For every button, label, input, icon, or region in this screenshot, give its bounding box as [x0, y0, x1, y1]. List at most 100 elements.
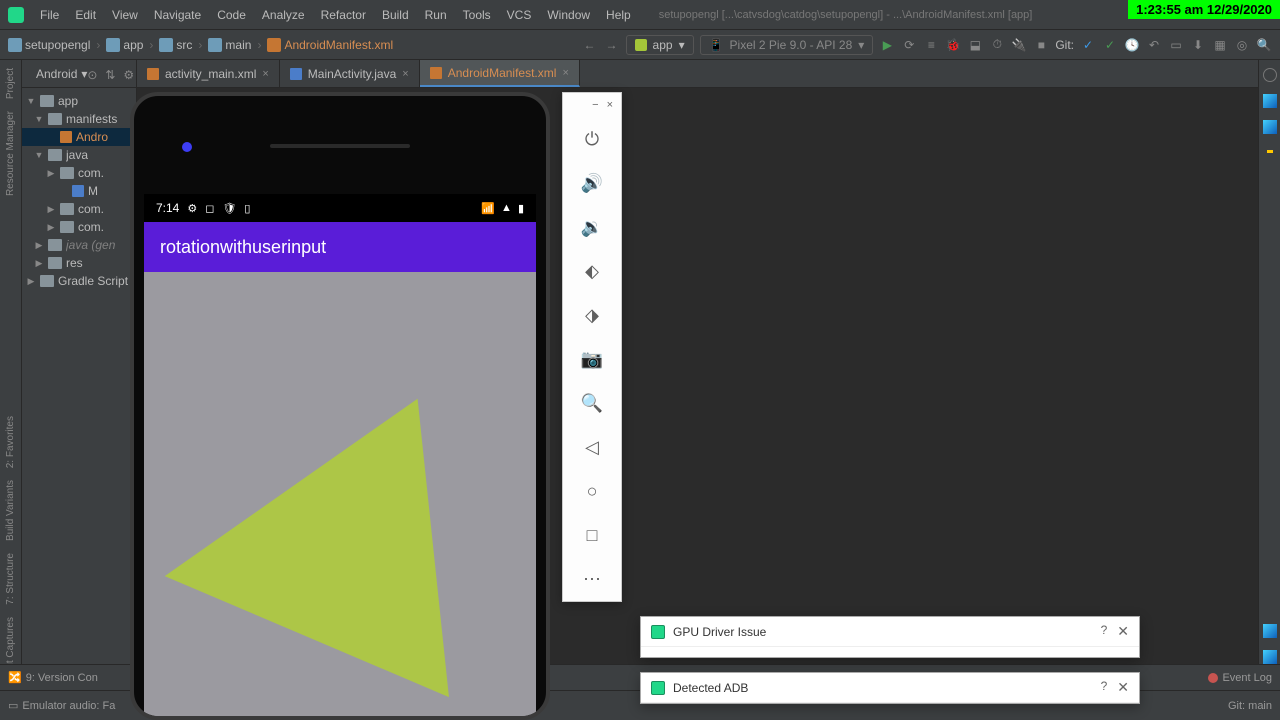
layout-inspector-icon[interactable]: ◎ [1234, 37, 1250, 53]
version-control-tab[interactable]: 🔀9: Version Con [8, 671, 98, 684]
close-icon[interactable]: × [262, 68, 268, 80]
rotate-right-button[interactable]: ⬗ [563, 293, 621, 337]
vcs-update-icon[interactable]: ✓ [1080, 37, 1096, 53]
close-icon[interactable]: × [562, 67, 568, 79]
tree-node[interactable]: ▼app [22, 92, 136, 110]
run-configuration-selector[interactable]: app ▾ [626, 35, 694, 55]
sdk-manager-icon[interactable]: ⬇ [1190, 37, 1206, 53]
eye-icon[interactable] [1263, 68, 1277, 82]
menu-build[interactable]: Build [374, 4, 417, 26]
tree-node[interactable]: ▶com. [22, 164, 136, 182]
breadcrumb-item[interactable]: src [159, 38, 192, 52]
coverage-icon[interactable]: ⬓ [967, 37, 983, 53]
home-button[interactable]: ○ [563, 469, 621, 513]
zoom-button[interactable]: 🔍 [563, 381, 621, 425]
flutter-inspector-icon[interactable] [1263, 624, 1277, 638]
opengl-surface[interactable] [144, 272, 536, 716]
breadcrumb-item[interactable]: main [208, 38, 251, 52]
tree-arrow-icon[interactable]: ▶ [46, 168, 56, 179]
screenshot-button[interactable]: 📷 [563, 337, 621, 381]
menu-tools[interactable]: Tools [455, 4, 499, 26]
tree-node[interactable]: Andro [22, 128, 136, 146]
debug-button[interactable]: 🐞 [945, 37, 961, 53]
favorites-tab[interactable]: 2: Favorites [5, 416, 16, 468]
editor-tab[interactable]: AndroidManifest.xml× [420, 60, 580, 87]
revert-icon[interactable]: ↶ [1146, 37, 1162, 53]
help-icon[interactable]: ? [1101, 623, 1108, 640]
volume-down-button[interactable]: 🔉 [563, 205, 621, 249]
tree-arrow-icon[interactable]: ▼ [26, 96, 36, 106]
menu-vcs[interactable]: VCS [499, 4, 540, 26]
flutter-performance-icon[interactable] [1263, 650, 1277, 664]
menu-run[interactable]: Run [417, 4, 455, 26]
minimize-icon[interactable]: − [592, 99, 598, 111]
event-log-tab[interactable]: Event Log [1208, 672, 1272, 684]
gradle-tab-icon[interactable] [1263, 94, 1277, 108]
gear-icon[interactable]: ⚙ [123, 68, 135, 80]
project-tab[interactable]: Project [5, 68, 16, 99]
editor-tab[interactable]: MainActivity.java× [280, 60, 420, 87]
avd-manager-icon[interactable]: ▭ [1168, 37, 1184, 53]
vcs-commit-icon[interactable]: ✓ [1102, 37, 1118, 53]
menu-help[interactable]: Help [598, 4, 639, 26]
tree-arrow-icon[interactable]: ▶ [46, 204, 56, 215]
nav-forward-icon[interactable]: → [604, 37, 620, 53]
target-icon[interactable]: ⊙ [87, 68, 99, 80]
build-variants-tab[interactable]: Build Variants [5, 480, 16, 541]
search-icon[interactable]: 🔍 [1256, 37, 1272, 53]
align-icon[interactable]: ≡ [923, 37, 939, 53]
menu-edit[interactable]: Edit [67, 4, 104, 26]
tree-node[interactable]: ▼java [22, 146, 136, 164]
close-icon[interactable]: ✕ [1117, 623, 1129, 640]
editor-tab[interactable]: activity_main.xml× [137, 60, 280, 87]
back-button[interactable]: ◁ [563, 425, 621, 469]
tree-arrow-icon[interactable]: ▼ [34, 114, 44, 124]
tree-node[interactable]: ▶java (gen [22, 236, 136, 254]
power-button[interactable]: ⏻ [563, 117, 621, 161]
breadcrumb-item[interactable]: setupopengl [8, 38, 90, 52]
tree-node[interactable]: ▶com. [22, 218, 136, 236]
volume-up-button[interactable]: 🔊 [563, 161, 621, 205]
tree-node[interactable]: ▶com. [22, 200, 136, 218]
flutter-outline-icon[interactable] [1263, 120, 1277, 134]
tree-node[interactable]: ▶Gradle Script [22, 272, 136, 290]
menu-view[interactable]: View [104, 4, 146, 26]
project-panel-header[interactable]: Android ▾ ⊙ ⇅ ⚙ − [22, 60, 136, 88]
menu-analyze[interactable]: Analyze [254, 4, 313, 26]
rotate-left-button[interactable]: ⬖ [563, 249, 621, 293]
breadcrumb-item[interactable]: app [106, 38, 143, 52]
close-icon[interactable]: × [402, 68, 408, 80]
tree-node[interactable]: ▶res [22, 254, 136, 272]
menu-code[interactable]: Code [209, 4, 254, 26]
vcs-history-icon[interactable]: 🕓 [1124, 37, 1140, 53]
close-icon[interactable]: ✕ [1117, 679, 1129, 696]
profiler-icon[interactable]: ⏱ [989, 37, 1005, 53]
overview-button[interactable]: □ [563, 513, 621, 557]
device-selector[interactable]: 📱 Pixel 2 Pie 9.0 - API 28 ▾ [700, 35, 874, 55]
phone-screen[interactable]: 7:14 ⚙ ◻ 🛡 ▯ 📶 ▲ ▮ rotationwithuserinput [144, 194, 536, 716]
menu-navigate[interactable]: Navigate [146, 4, 209, 26]
tree-arrow-icon[interactable]: ▶ [34, 258, 44, 269]
tree-arrow-icon[interactable]: ▼ [34, 150, 44, 160]
tree-node[interactable]: M [22, 182, 136, 200]
nav-back-icon[interactable]: ← [582, 37, 598, 53]
more-button[interactable]: ⋯ [563, 557, 621, 601]
close-icon[interactable]: × [607, 99, 613, 111]
git-branch-indicator[interactable]: Git: main [1228, 700, 1272, 712]
apply-changes-icon[interactable]: ⟳ [901, 37, 917, 53]
filter-icon[interactable]: ⇅ [105, 68, 117, 80]
breadcrumb-item[interactable]: AndroidManifest.xml [267, 38, 393, 52]
menu-file[interactable]: File [32, 4, 67, 26]
attach-debugger-icon[interactable]: 🔌 [1011, 37, 1027, 53]
menu-refactor[interactable]: Refactor [313, 4, 374, 26]
tree-arrow-icon[interactable]: ▶ [26, 276, 36, 287]
structure-tab[interactable]: 7: Structure [5, 553, 16, 605]
run-button[interactable]: ▶ [879, 37, 895, 53]
stop-button[interactable]: ■ [1033, 37, 1049, 53]
help-icon[interactable]: ? [1101, 679, 1108, 696]
tree-arrow-icon[interactable]: ▶ [46, 222, 56, 233]
resource-manager-icon[interactable]: ▦ [1212, 37, 1228, 53]
menu-window[interactable]: Window [539, 4, 598, 26]
tree-arrow-icon[interactable]: ▶ [34, 240, 44, 251]
tree-node[interactable]: ▼manifests [22, 110, 136, 128]
